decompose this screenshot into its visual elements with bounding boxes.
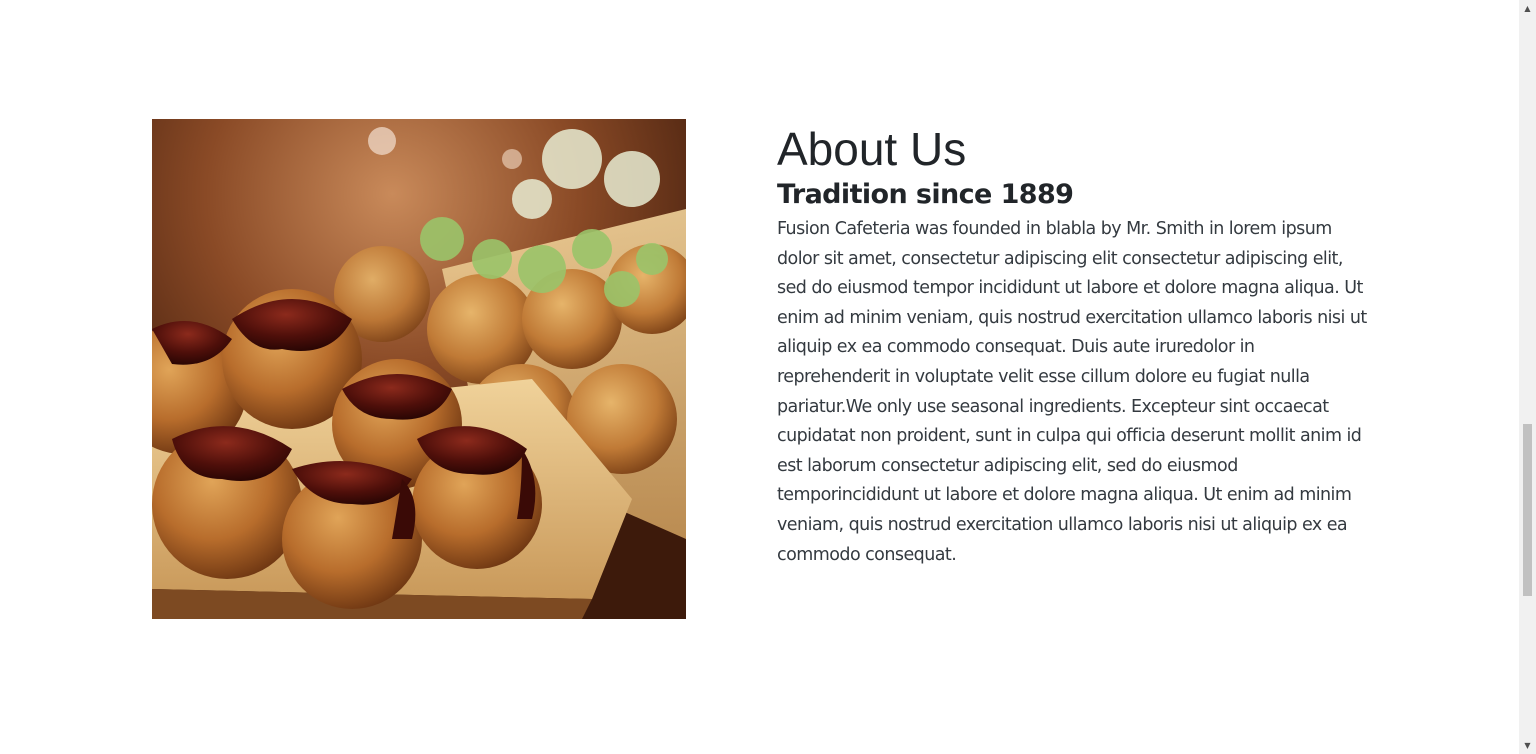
about-section: About Us Tradition since 1889 Fusion Caf… bbox=[777, 122, 1377, 570]
scroll-down-icon[interactable]: ▼ bbox=[1519, 737, 1536, 754]
scroll-up-icon[interactable]: ▲ bbox=[1519, 0, 1536, 17]
takoyaki-illustration bbox=[152, 119, 686, 619]
vertical-scrollbar[interactable]: ▲ ▼ bbox=[1519, 0, 1536, 754]
about-subtitle: Tradition since 1889 bbox=[777, 179, 1074, 210]
scrollbar-thumb[interactable] bbox=[1523, 424, 1532, 596]
page: About Us Tradition since 1889 Fusion Caf… bbox=[0, 0, 1519, 754]
food-photo bbox=[152, 119, 686, 619]
about-description: Fusion Cafeteria was founded in blabla b… bbox=[777, 219, 1367, 565]
about-title: About Us bbox=[777, 123, 967, 175]
